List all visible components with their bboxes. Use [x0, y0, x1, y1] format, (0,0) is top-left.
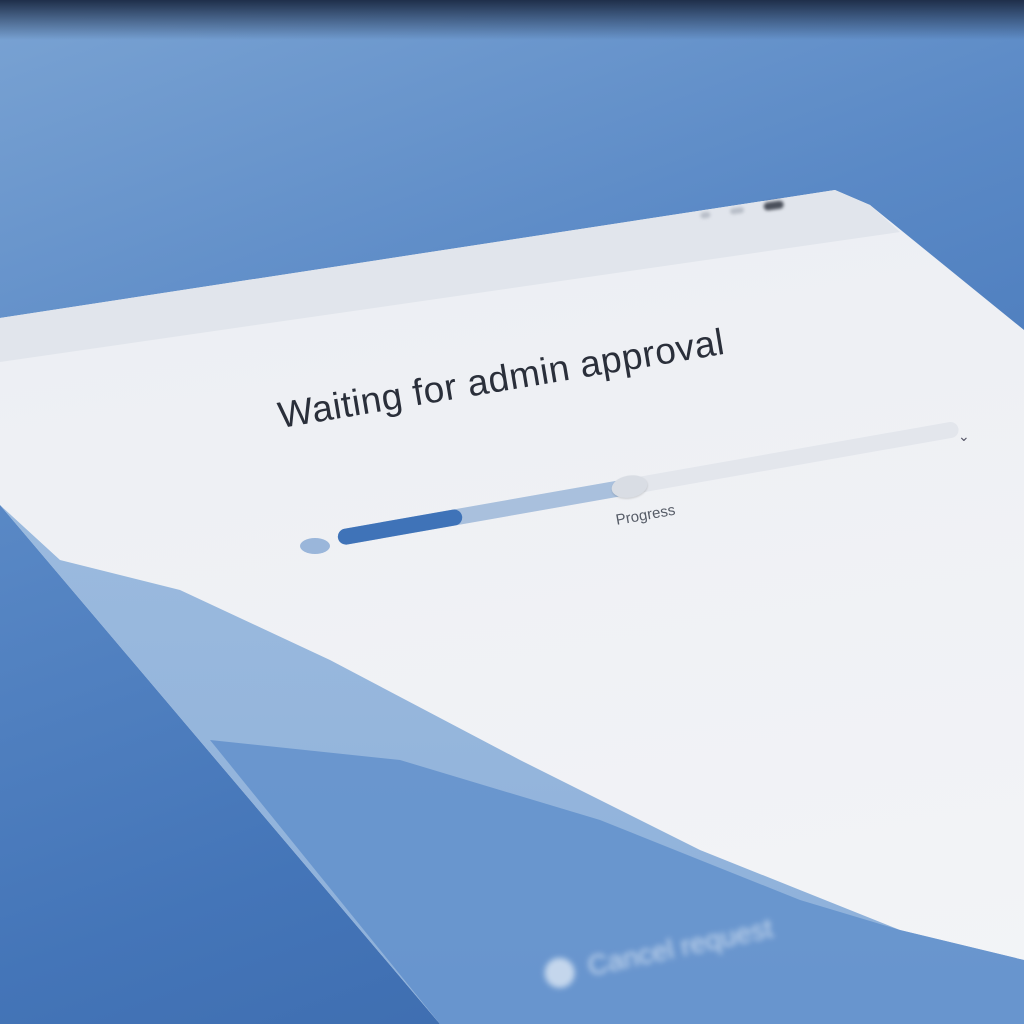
minimize-icon[interactable] — [699, 211, 711, 219]
status-icon — [300, 538, 330, 554]
maximize-icon[interactable] — [729, 206, 745, 215]
cancel-icon — [541, 955, 578, 991]
background-shadow — [0, 0, 1024, 40]
chevron-down-icon[interactable]: ⌄ — [958, 428, 970, 445]
